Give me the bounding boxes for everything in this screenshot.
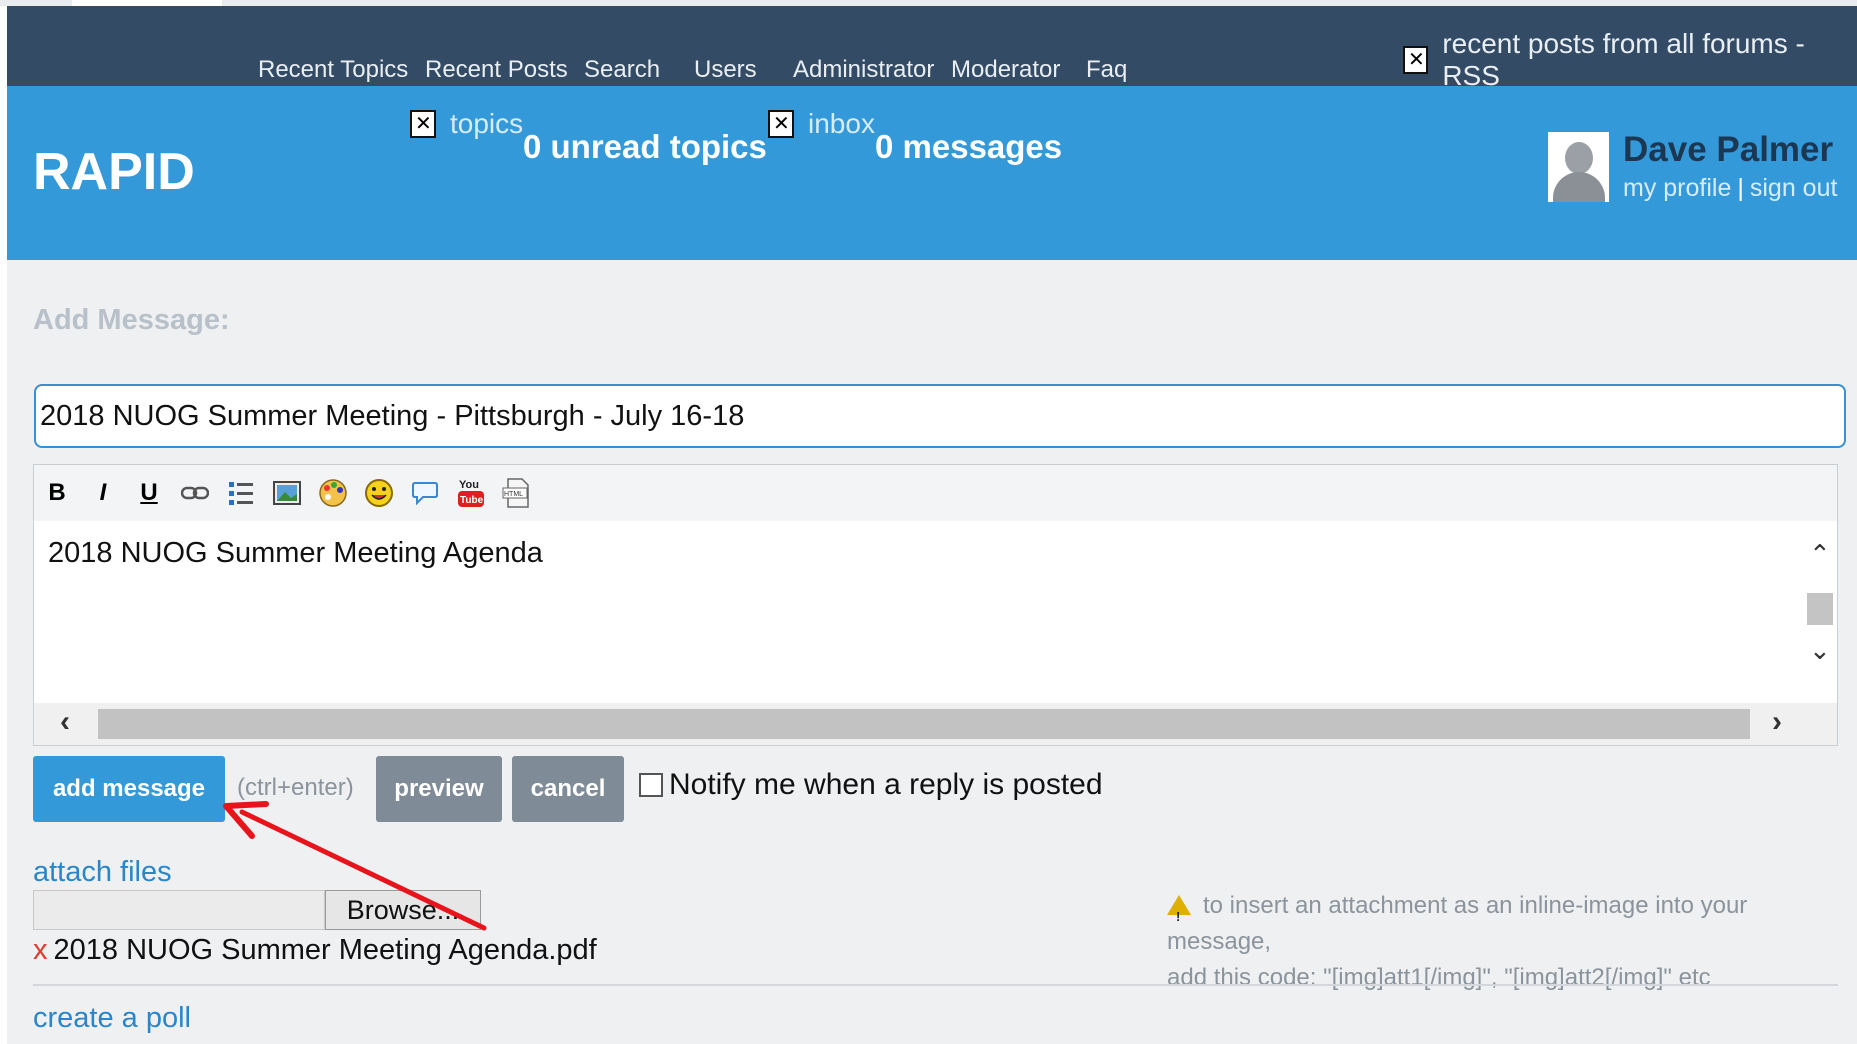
- scrollbar-thumb[interactable]: [98, 709, 1750, 739]
- forum-header: RAPID topics 0 unread topics inbox 0 mes…: [7, 86, 1857, 260]
- message-editor: B I U You Tube HTML 2018 NUOG Summer Mee…: [33, 464, 1838, 746]
- italic-button[interactable]: I: [86, 475, 120, 511]
- add-message-panel: Add Message: B I U: [7, 260, 1857, 1044]
- nav-users[interactable]: Users: [694, 56, 757, 84]
- svg-text:HTML: HTML: [504, 491, 523, 498]
- vertical-scrollbar[interactable]: ⌃ ⌄: [1801, 521, 1837, 703]
- horizontal-scrollbar[interactable]: ‹ ›: [34, 703, 1837, 745]
- attached-file-name: 2018 NUOG Summer Meeting Agenda.pdf: [53, 934, 597, 966]
- nav-administrator[interactable]: Administrator: [793, 56, 934, 84]
- chevron-left-icon[interactable]: ‹: [60, 705, 70, 739]
- inbox-link[interactable]: inbox: [768, 108, 875, 140]
- warning-icon: [1167, 894, 1191, 935]
- messages-count[interactable]: 0 messages: [875, 128, 1062, 166]
- smiley-icon[interactable]: [362, 475, 396, 511]
- underline-button[interactable]: U: [132, 475, 166, 511]
- html-icon[interactable]: HTML: [500, 475, 534, 511]
- unread-topics-count[interactable]: 0 unread topics: [523, 128, 767, 166]
- section-title: Add Message:: [33, 304, 230, 336]
- nav-moderator[interactable]: Moderator: [951, 56, 1060, 84]
- attach-files-link[interactable]: attach files: [33, 856, 172, 889]
- topics-link[interactable]: topics: [410, 108, 523, 140]
- link-icon[interactable]: [178, 475, 212, 511]
- svg-text:Tube: Tube: [460, 495, 484, 506]
- notify-checkbox-row[interactable]: Notify me when a reply is posted: [639, 768, 1103, 802]
- top-navigation-bar: Recent Topics Recent Posts Search Users …: [7, 6, 1857, 91]
- image-icon[interactable]: [270, 475, 304, 511]
- inbox-label: inbox: [808, 108, 875, 139]
- scrollbar-thumb[interactable]: [1807, 593, 1833, 625]
- inline-image-hint-line1: to insert an attachment as an inline-ima…: [1167, 892, 1748, 955]
- attached-file: x 2018 NUOG Summer Meeting Agenda.pdf: [33, 934, 597, 967]
- file-path-field[interactable]: [33, 890, 325, 930]
- brand-logo-text[interactable]: RAPID: [33, 142, 195, 202]
- editor-toolbar: B I U You Tube HTML: [34, 465, 1837, 521]
- topics-label: topics: [450, 108, 524, 139]
- sign-out-link[interactable]: sign out: [1750, 174, 1838, 202]
- inline-image-hint: to insert an attachment as an inline-ima…: [1167, 888, 1847, 996]
- user-links: my profile | sign out: [1623, 174, 1837, 203]
- divider: [33, 984, 1838, 986]
- cancel-button[interactable]: cancel: [512, 756, 624, 822]
- create-poll-link[interactable]: create a poll: [33, 1002, 191, 1035]
- notify-checkbox[interactable]: [639, 773, 663, 797]
- preview-button[interactable]: preview: [376, 756, 502, 822]
- user-name[interactable]: Dave Palmer: [1623, 130, 1833, 170]
- svg-text:You: You: [459, 479, 479, 491]
- broken-image-icon: [768, 110, 794, 138]
- chevron-right-icon[interactable]: ›: [1772, 705, 1782, 739]
- color-palette-icon[interactable]: [316, 475, 350, 511]
- subject-input[interactable]: [34, 384, 1846, 448]
- chevron-up-icon[interactable]: ⌃: [1809, 539, 1831, 570]
- broken-image-icon: [1403, 46, 1429, 74]
- list-icon[interactable]: [224, 475, 258, 511]
- user-links-separator: |: [1737, 174, 1744, 202]
- inline-image-hint-line2: add this code: "[img]att1[/img]", "[img]…: [1167, 964, 1711, 991]
- avatar[interactable]: [1548, 132, 1609, 202]
- nav-recent-posts[interactable]: Recent Posts: [425, 56, 568, 84]
- nav-search[interactable]: Search: [584, 56, 660, 84]
- rss-link[interactable]: recent posts from all forums - RSS: [1403, 28, 1857, 92]
- notify-label: Notify me when a reply is posted: [669, 768, 1103, 801]
- youtube-icon[interactable]: You Tube: [454, 475, 488, 511]
- broken-image-icon: [410, 110, 436, 138]
- add-message-button[interactable]: add message: [33, 756, 225, 822]
- avatar-head-shape: [1565, 142, 1593, 174]
- remove-attachment-button[interactable]: x: [33, 934, 48, 966]
- rss-label: recent posts from all forums - RSS: [1442, 28, 1805, 91]
- my-profile-link[interactable]: my profile: [1623, 174, 1731, 202]
- nav-recent-topics[interactable]: Recent Topics: [258, 56, 408, 84]
- browse-button[interactable]: Browse...: [325, 890, 481, 930]
- message-body-textarea[interactable]: 2018 NUOG Summer Meeting Agenda: [34, 521, 1799, 703]
- quote-bubble-icon[interactable]: [408, 475, 442, 511]
- avatar-body-shape: [1553, 172, 1605, 202]
- chevron-down-icon[interactable]: ⌄: [1809, 635, 1831, 666]
- bold-button[interactable]: B: [40, 475, 74, 511]
- nav-faq[interactable]: Faq: [1086, 56, 1127, 84]
- shortcut-hint: (ctrl+enter): [237, 774, 354, 801]
